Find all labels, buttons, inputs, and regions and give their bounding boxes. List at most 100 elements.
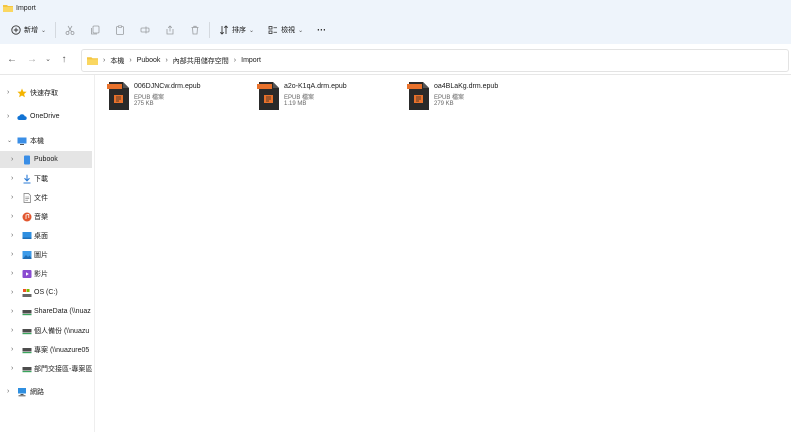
toolbar-divider [55, 22, 57, 38]
star-icon [17, 88, 27, 98]
new-plus-icon [11, 25, 21, 35]
sort-button-label: 排序 [232, 27, 247, 34]
sidebar-item-downloads[interactable]: › 下載 [0, 170, 92, 187]
chevron-down-icon: ⌄ [7, 138, 13, 144]
epub-file-icon [257, 82, 279, 110]
desktop-icon [22, 232, 32, 239]
view-icon [268, 26, 278, 34]
sidebar-item-handover-area[interactable]: › 部門交接區-專案區 [0, 360, 92, 377]
sidebar-item-project[interactable]: › 專案 (\\nuazure05 [0, 341, 92, 358]
chevron-down-icon: ⌄ [298, 27, 304, 34]
sidebar-item-label: 網路 [30, 388, 44, 396]
sidebar-item-personal-backup[interactable]: › 個人備份 (\\nuazu [0, 322, 92, 339]
copy-icon [91, 25, 100, 35]
address-bar[interactable]: › 本機 › Pubook › 內部共用儲存空間 › Import [81, 49, 789, 72]
cut-icon [65, 25, 75, 35]
breadcrumb-import[interactable]: Import [241, 57, 261, 64]
sidebar-item-desktop[interactable]: › 桌面 [0, 227, 92, 244]
forward-button[interactable]: → [22, 49, 42, 69]
sidebar-item-label: 下載 [34, 175, 48, 183]
sidebar-item-label: 快速存取 [30, 89, 58, 97]
chevron-right-icon: › [11, 156, 14, 163]
delete-button[interactable] [187, 20, 203, 40]
arrow-right-icon: → [27, 53, 37, 65]
share-button[interactable] [162, 20, 178, 40]
breadcrumb-internal-storage[interactable]: 內部共用儲存空間 [173, 56, 229, 66]
file-type: EPUB 檔案 [134, 95, 165, 101]
rename-button[interactable] [137, 20, 153, 40]
paste-button[interactable] [112, 20, 128, 40]
file-type: EPUB 檔案 [434, 95, 465, 101]
rename-icon [140, 26, 150, 34]
arrow-up-icon: ↑ [61, 53, 67, 65]
chevron-right-icon: › [11, 194, 14, 201]
file-list: 006DJNCw.drm.epub EPUB 檔案 275 KB a2o-K1q… [95, 75, 791, 432]
navigation-pane: › 快速存取 › OneDrive ⌄ 本機 › Pubook › 下載 › 文… [0, 75, 95, 432]
chevron-right-icon: › [11, 327, 14, 334]
file-item[interactable]: oa4BLaKg.drm.epub EPUB 檔案 279 KB [407, 82, 552, 112]
sidebar-item-this-pc[interactable]: ⌄ 本機 [0, 132, 92, 149]
trash-icon [191, 25, 199, 35]
sidebar-item-sharedata[interactable]: › ShareData (\\nuaz [0, 303, 92, 320]
breadcrumb-this-pc[interactable]: 本機 [110, 56, 124, 66]
network-drive-icon [22, 367, 32, 373]
pictures-icon [22, 251, 32, 259]
phone-icon [24, 155, 30, 165]
sidebar-item-label: 影片 [34, 270, 48, 278]
sidebar-item-os-drive[interactable]: › OS (C:) [0, 284, 92, 301]
document-icon [23, 193, 31, 203]
sidebar-item-label: 個人備份 (\\nuazu [34, 327, 90, 335]
chevron-down-icon: ⌄ [249, 27, 255, 34]
file-item[interactable]: a2o-K1qA.drm.epub EPUB 檔案 1.19 MB [257, 82, 402, 112]
chevron-right-icon: › [11, 289, 14, 296]
chevron-right-icon: › [11, 270, 14, 277]
copy-button[interactable] [87, 20, 103, 40]
network-drive-icon [22, 310, 32, 316]
up-button[interactable]: ↑ [54, 49, 74, 69]
sidebar-item-pictures[interactable]: › 圖片 [0, 246, 92, 263]
cut-button[interactable] [62, 20, 78, 40]
file-size: 275 KB [134, 101, 154, 107]
breadcrumb-chevron-icon: › [233, 57, 237, 64]
view-button[interactable]: 檢視 ⌄ [265, 20, 306, 40]
sidebar-item-pubook[interactable]: › Pubook [0, 151, 92, 168]
sidebar-item-label: 專案 (\\nuazure05 [34, 346, 90, 354]
chevron-right-icon: › [7, 388, 10, 395]
network-drive-icon [22, 348, 32, 354]
folder-icon [3, 5, 13, 12]
new-button-label: 新增 [24, 27, 38, 34]
breadcrumb-pubook[interactable]: Pubook [137, 57, 161, 64]
sidebar-item-quick-access[interactable]: › 快速存取 [0, 84, 92, 101]
file-type: EPUB 檔案 [284, 95, 315, 101]
sidebar-item-music[interactable]: › 音樂 [0, 208, 92, 225]
file-item[interactable]: 006DJNCw.drm.epub EPUB 檔案 275 KB [107, 82, 252, 112]
chevron-right-icon: › [11, 213, 14, 220]
sidebar-item-network[interactable]: › 網路 [0, 383, 92, 400]
chevron-right-icon: › [11, 251, 14, 258]
breadcrumb-chevron-icon: › [129, 57, 132, 64]
breadcrumb-chevron-icon: › [165, 57, 168, 64]
chevron-right-icon: › [7, 113, 10, 120]
sidebar-item-label: 音樂 [34, 213, 48, 221]
window-title: Import [16, 4, 36, 12]
network-icon [18, 388, 26, 397]
chevron-right-icon: › [11, 365, 14, 372]
sort-button[interactable]: 排序 ⌄ [216, 20, 257, 40]
more-options-button[interactable]: ··· [314, 20, 329, 40]
sidebar-item-onedrive[interactable]: › OneDrive [0, 108, 92, 125]
chevron-down-icon: ⌄ [45, 56, 51, 63]
file-name: a2o-K1qA.drm.epub [284, 83, 347, 90]
file-explorer-window: Import 新增 ⌄ 排序 ⌄ 檢視 ⌄ ··· ← → ⌄ ↑ › 本機 ›… [0, 0, 791, 432]
music-icon [22, 212, 32, 222]
sidebar-item-documents[interactable]: › 文件 [0, 189, 92, 206]
recent-locations-button[interactable]: ⌄ [42, 49, 54, 69]
drive-icon [22, 289, 32, 297]
sidebar-item-label: OS (C:) [34, 289, 58, 296]
chevron-right-icon: › [7, 89, 10, 96]
back-button[interactable]: ← [2, 49, 22, 69]
videos-icon [22, 270, 32, 278]
sidebar-item-videos[interactable]: › 影片 [0, 265, 92, 282]
sidebar-item-label: 文件 [34, 194, 48, 202]
new-button[interactable]: 新增 ⌄ [8, 20, 49, 40]
share-icon [166, 25, 174, 35]
